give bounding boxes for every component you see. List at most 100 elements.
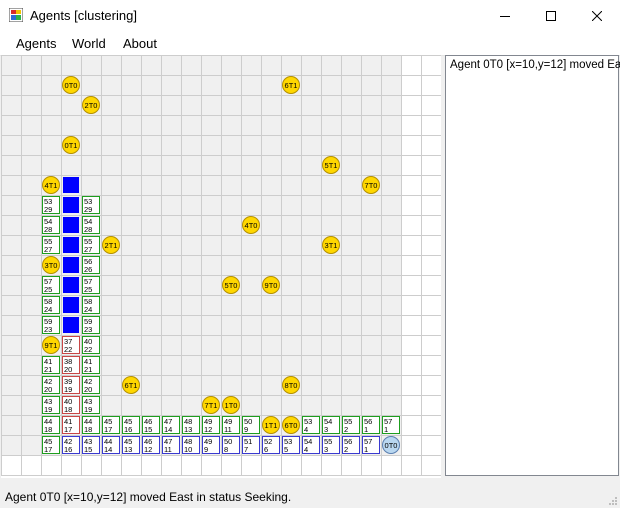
trail-cell-value: 8	[224, 445, 228, 454]
agent-label: 0T0	[65, 81, 78, 90]
trail-cell-value: 2	[344, 425, 348, 434]
wall-block	[63, 297, 79, 313]
wall-block	[63, 177, 79, 193]
trail-cell-value: 18	[44, 425, 52, 434]
trail-cell-value: 19	[44, 405, 52, 414]
world-grid[interactable]: 5329532954285428552755275626572557255824…	[1, 55, 442, 478]
title-bar: Agents [clustering]	[0, 0, 620, 31]
agent-label: 0T1	[65, 141, 78, 150]
trail-cell-value: 22	[84, 345, 92, 354]
status-bar: Agent 0T0 [x=10,y=12] moved East in stat…	[0, 486, 620, 508]
agent-label: 6T0	[285, 421, 298, 430]
trail-cell-value: 26	[84, 265, 92, 274]
trail-cell-value: 6	[264, 445, 268, 454]
agent-label: 3T1	[325, 241, 338, 250]
trail-cell-value: 9	[244, 425, 248, 434]
trail-cell-value: 22	[64, 345, 72, 354]
trail-cell-value: 17	[104, 425, 112, 434]
trail-cell-value: 13	[184, 425, 192, 434]
menu-about[interactable]: About	[123, 36, 157, 51]
trail-cell-value: 3	[324, 425, 328, 434]
trail-cell-value: 11	[164, 445, 172, 454]
trail-cell-value: 14	[104, 445, 112, 454]
trail-cell-value: 23	[44, 325, 52, 334]
agent-label: 3T0	[45, 261, 58, 270]
trail-cell-value: 21	[44, 365, 52, 374]
agent-label: 2T0	[85, 101, 98, 110]
agent-label: 6T1	[285, 81, 298, 90]
trail-cell-value: 24	[44, 305, 52, 314]
agent-label: 7T1	[205, 401, 218, 410]
agent-label: 0T0	[385, 441, 398, 450]
trail-cell-value: 5	[284, 445, 288, 454]
close-button[interactable]	[574, 0, 620, 31]
agent-label: 1T0	[225, 401, 238, 410]
agent-label: 4T0	[245, 221, 258, 230]
menu-bar: Agents World About	[0, 31, 620, 56]
trail-cell-value: 18	[84, 425, 92, 434]
trail-cell-value: 15	[144, 425, 152, 434]
trail-cell-value: 9	[204, 445, 208, 454]
trail-cell-value: 1	[364, 445, 368, 454]
trail-cell-value: 4	[304, 425, 308, 434]
trail-cell-value: 18	[64, 405, 72, 414]
wall-block	[63, 317, 79, 333]
trail-cell-value: 2	[344, 445, 348, 454]
trail-cell-value: 3	[324, 445, 328, 454]
trail-cell-value: 17	[64, 425, 72, 434]
maximize-icon	[546, 10, 556, 21]
wall-block	[63, 197, 79, 213]
trail-cell-value: 28	[84, 225, 92, 234]
trail-cell-value: 16	[64, 445, 72, 454]
trail-cell-value: 24	[84, 305, 92, 314]
trail-cell-value: 27	[84, 245, 92, 254]
trail-cell-value: 19	[64, 385, 72, 394]
close-icon	[592, 10, 602, 21]
maximize-button[interactable]	[528, 0, 574, 31]
trail-cell-value: 29	[84, 205, 92, 214]
trail-cell-value: 12	[144, 445, 152, 454]
menu-agents[interactable]: Agents	[16, 36, 56, 51]
minimize-icon	[500, 15, 510, 17]
trail-cell-value: 25	[84, 285, 92, 294]
wall-block	[63, 257, 79, 273]
agent-label: 2T1	[105, 241, 118, 250]
agent-label: 1T1	[265, 421, 278, 430]
trail-cell-value: 28	[44, 225, 52, 234]
wall-block	[63, 277, 79, 293]
trail-cell-value: 14	[164, 425, 172, 434]
agent-label: 5T0	[225, 281, 238, 290]
agent-label: 8T0	[285, 381, 298, 390]
trail-cell-value: 4	[304, 445, 308, 454]
trail-cell-value: 10	[184, 445, 192, 454]
world-view[interactable]: 53 29 53 29 54 28 54 28 55 27 55 27 56 26 57 25 57 25 58 24…	[1, 55, 442, 478]
window-title: Agents [clustering]	[30, 8, 137, 23]
agent-label: 9T1	[45, 341, 58, 350]
trail-cell-value: 11	[224, 425, 232, 434]
trail-cell-value: 7	[244, 445, 248, 454]
agent-label: 7T0	[365, 181, 378, 190]
agent-label: 9T0	[265, 281, 278, 290]
trail-cell-value: 20	[64, 365, 72, 374]
menu-world[interactable]: World	[72, 36, 106, 51]
resize-grip-icon[interactable]	[608, 496, 618, 506]
log-line: Agent 0T0 [x=10,y=12] moved East	[450, 59, 620, 71]
log-panel[interactable]: Agent 0T0 [x=10,y=12] moved East	[445, 55, 620, 476]
trail-cell-value: 1	[384, 425, 388, 434]
trail-cell-value: 27	[44, 245, 52, 254]
trail-cell-value: 29	[44, 205, 52, 214]
wall-block	[63, 217, 79, 233]
trail-cell-value: 13	[124, 445, 132, 454]
trail-cell-value: 20	[84, 385, 92, 394]
trail-cell-value: 23	[84, 325, 92, 334]
trail-cell-value: 21	[84, 365, 92, 374]
wall-block	[63, 237, 79, 253]
agent-label: 5T1	[325, 161, 338, 170]
trail-cell-value: 16	[124, 425, 132, 434]
trail-cell-value: 25	[44, 285, 52, 294]
trail-cell-value: 17	[44, 445, 52, 454]
trail-cell-value: 1	[364, 425, 368, 434]
minimize-button[interactable]	[482, 0, 528, 31]
agent-label: 4T1	[45, 181, 58, 190]
trail-cell-value: 20	[44, 385, 52, 394]
